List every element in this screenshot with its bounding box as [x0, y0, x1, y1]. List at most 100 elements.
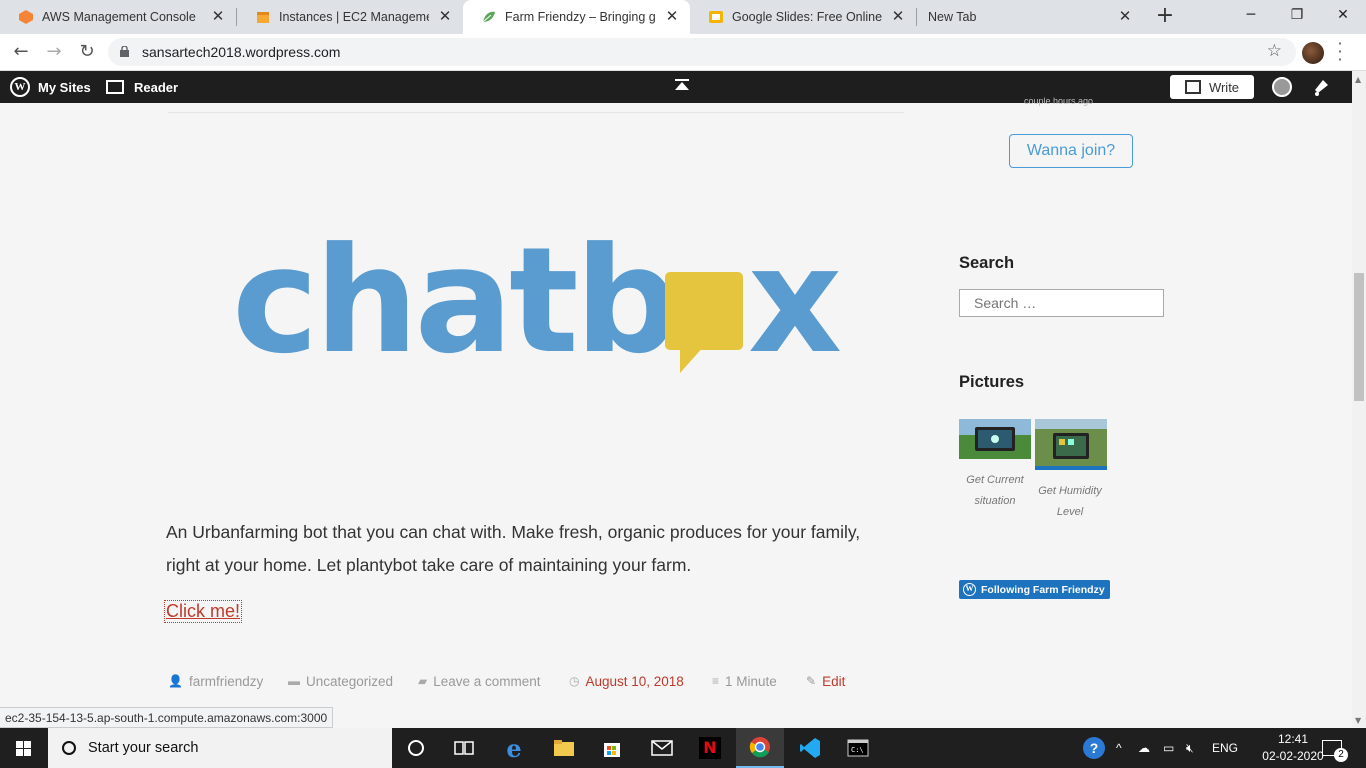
search-input[interactable]: [959, 289, 1164, 317]
vscode-icon[interactable]: [786, 728, 834, 768]
svg-text:C:\: C:\: [851, 746, 864, 754]
bookmark-star-icon[interactable]: ☆: [1267, 41, 1282, 61]
browser-toolbar: ← → ↻ sansartech2018.wordpress.com ☆: [0, 34, 1366, 71]
close-window-button[interactable]: ✕: [1320, 0, 1366, 30]
address-bar[interactable]: sansartech2018.wordpress.com ☆: [108, 38, 1296, 66]
help-icon[interactable]: ?: [1083, 728, 1105, 768]
write-icon: [1184, 80, 1201, 94]
system-clock[interactable]: 12:41 02-02-2020: [1262, 731, 1324, 765]
close-icon[interactable]: ✕: [664, 9, 680, 25]
battery-icon[interactable]: ▭: [1163, 728, 1174, 768]
windows-logo-icon: [16, 749, 23, 756]
search-icon: [62, 741, 76, 755]
logo-text-right: x: [748, 216, 842, 386]
click-me-link[interactable]: Click me!: [163, 600, 243, 623]
volume-muted-icon[interactable]: 🔇︎: [1186, 728, 1194, 768]
clock-icon: ◷: [569, 674, 580, 688]
logo-text-left: chatb: [232, 216, 675, 386]
notifications-bell-icon[interactable]: [1311, 77, 1331, 101]
google-slides-icon: [708, 9, 724, 25]
restore-button[interactable]: ❐: [1274, 0, 1320, 30]
wp-admin-bar: W My Sites Reader Write: [0, 71, 1352, 103]
follow-site-button[interactable]: W Following Farm Friendzy: [959, 580, 1110, 599]
picture-thumbnail[interactable]: [959, 419, 1031, 459]
tab-google-slides[interactable]: Google Slides: Free Online Pre ✕: [690, 0, 916, 34]
back-button[interactable]: ←: [10, 41, 32, 63]
forward-button[interactable]: →: [43, 41, 65, 63]
search-widget-title: Search: [959, 254, 1015, 272]
close-icon[interactable]: ✕: [437, 9, 453, 25]
meta-edit[interactable]: ✎ Edit: [806, 672, 845, 690]
picture-caption: Get Humidity Level: [1038, 485, 1102, 518]
my-sites-button[interactable]: W My Sites: [10, 71, 91, 103]
post-body: An Urbanfarming bot that you can chat wi…: [166, 522, 861, 575]
reload-button[interactable]: ↻: [76, 41, 98, 63]
folder-icon: ▬: [288, 674, 300, 688]
person-icon: 👤: [168, 674, 183, 688]
start-button[interactable]: [0, 728, 48, 768]
aws-icon: [18, 9, 34, 25]
windows-logo-icon: [24, 749, 31, 756]
user-avatar-icon[interactable]: [1272, 77, 1292, 97]
aws-box-icon: [255, 9, 271, 25]
cortana-icon[interactable]: [392, 728, 440, 768]
meta-category[interactable]: ▬ Uncategorized: [288, 672, 393, 690]
terminal-icon[interactable]: C:\: [834, 728, 882, 768]
netflix-icon[interactable]: N: [686, 728, 734, 768]
picture-thumbnail[interactable]: [1035, 419, 1107, 470]
new-tab-button[interactable]: +: [1154, 5, 1176, 27]
chatbox-logo: chatb x: [220, 215, 860, 390]
wanna-join-button[interactable]: Wanna join?: [1009, 134, 1133, 168]
chevron-up-icon[interactable]: ^: [1116, 728, 1122, 768]
mail-icon[interactable]: [638, 728, 686, 768]
notification-count: 2: [1334, 748, 1348, 762]
reader-icon: [106, 80, 124, 94]
tab-aws-console[interactable]: AWS Management Console ✕: [0, 0, 236, 34]
meta-reading-time: ≡ 1 Minute: [712, 673, 777, 689]
wordpress-logo-icon: W: [963, 583, 976, 596]
tab-new-tab[interactable]: New Tab ✕: [917, 0, 1143, 34]
profile-avatar[interactable]: [1302, 42, 1324, 64]
lines-icon: ≡: [712, 674, 720, 688]
meta-date[interactable]: ◷ August 10, 2018: [569, 672, 684, 690]
language-indicator[interactable]: ENG: [1212, 728, 1238, 768]
page-scrollbar[interactable]: ▲ ▼: [1352, 71, 1366, 727]
tab-farm-friendzy[interactable]: Farm Friendzy – Bringing grow ✕: [463, 0, 690, 34]
notification-center-icon[interactable]: 2: [1322, 728, 1348, 768]
meta-comment[interactable]: ▰ Leave a comment: [418, 672, 541, 690]
scroll-up-icon[interactable]: ▲: [1355, 75, 1361, 84]
url-text: sansartech2018.wordpress.com: [142, 44, 341, 60]
chrome-icon[interactable]: [736, 728, 784, 768]
comment-icon: ▰: [418, 674, 428, 688]
file-explorer-icon[interactable]: [540, 728, 588, 768]
wordpress-logo-icon: W: [10, 77, 30, 97]
store-icon[interactable]: [588, 728, 636, 768]
close-icon[interactable]: ✕: [890, 9, 906, 25]
close-icon[interactable]: ✕: [210, 9, 226, 25]
menu-kebab-icon[interactable]: · · ·: [1335, 36, 1345, 68]
browser-tabstrip: AWS Management Console ✕ Instances | EC2…: [0, 0, 1366, 34]
windows-logo-icon: [16, 741, 23, 748]
task-view-icon[interactable]: [440, 728, 488, 768]
windows-logo-icon: [24, 741, 31, 748]
close-icon[interactable]: ✕: [1117, 9, 1133, 25]
scrollbar-thumb[interactable]: [1354, 273, 1364, 401]
edge-icon[interactable]: e: [490, 728, 538, 768]
windows-taskbar: Start your search e N C:\ ? ^ ☁ ▭ 🔇︎ ENG…: [0, 728, 1366, 768]
lock-icon: [120, 46, 129, 57]
reader-button[interactable]: Reader: [106, 71, 178, 103]
farm-leaf-icon: [481, 9, 497, 25]
meta-author[interactable]: 👤 farmfriendzy: [168, 672, 263, 690]
picture-caption: Get Current situation: [966, 474, 1024, 507]
pencil-icon: ✎: [806, 674, 817, 688]
collapse-up-icon[interactable]: [674, 79, 690, 93]
write-button[interactable]: Write: [1170, 75, 1254, 99]
speech-bubble-icon: [665, 272, 743, 373]
scroll-down-icon[interactable]: ▼: [1355, 716, 1361, 725]
taskbar-search[interactable]: Start your search: [48, 728, 392, 768]
minimize-button[interactable]: ─: [1228, 0, 1274, 30]
tab-ec2-instances[interactable]: Instances | EC2 Management C ✕: [237, 0, 463, 34]
faded-recent-text: couple hours ago: [1024, 96, 1094, 106]
network-icon[interactable]: ☁: [1138, 728, 1150, 768]
pictures-widget-title: Pictures: [959, 373, 1025, 391]
